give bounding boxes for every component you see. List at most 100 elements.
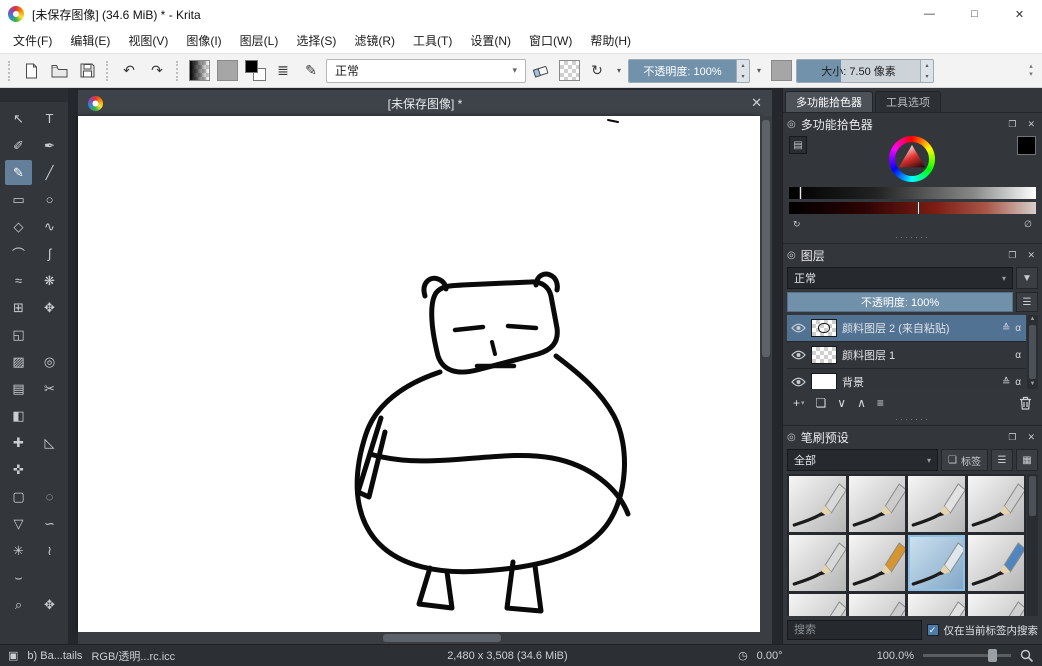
opacity-slider[interactable]: 不透明度: 100% ▴ ▾	[628, 59, 750, 83]
opacity-dropdown-button[interactable]: ▾	[752, 59, 766, 83]
layer-visibility-icon[interactable]	[791, 377, 806, 387]
search-in-tag-checkbox[interactable]: ✓	[927, 624, 939, 636]
brush-preset-tile[interactable]	[968, 594, 1025, 616]
move-layer-up-button[interactable]: ∧	[857, 396, 866, 410]
brush-preset-tile[interactable]	[968, 476, 1025, 532]
menu-item[interactable]: 图像(I)	[177, 28, 230, 53]
new-document-button[interactable]	[18, 58, 44, 84]
brush-preset-tile[interactable]	[789, 535, 846, 591]
blending-options-button[interactable]: ≣	[270, 58, 296, 84]
zoom-tool[interactable]: ⌕	[5, 592, 32, 617]
undo-button[interactable]: ↶	[116, 58, 142, 84]
layer-row[interactable]: 颜料图层 2 (来自粘贴) ≙ α	[787, 315, 1026, 341]
move-layer-down-button[interactable]: ∨	[837, 396, 846, 410]
pattern-chooser-button[interactable]	[214, 58, 240, 84]
transform-tool[interactable]: ⊞	[5, 295, 32, 320]
gamut-mask-off-icon[interactable]: ∅	[1021, 219, 1035, 230]
current-color-swatch[interactable]	[1017, 136, 1036, 155]
menu-item[interactable]: 设置(N)	[461, 28, 520, 53]
layer-list-scrollbar[interactable]: ▲ ▼	[1027, 315, 1038, 389]
bezier-curve-tool[interactable]: ⌒	[5, 241, 32, 266]
dock-tab[interactable]: 多功能拾色器	[785, 91, 873, 112]
blend-mode-combo[interactable]: 正常 ▾	[326, 59, 526, 83]
brush-preset-tile[interactable]	[849, 535, 906, 591]
reload-preset-button[interactable]: ↻	[584, 58, 610, 84]
freehand-brush-tool[interactable]: ✎	[5, 160, 32, 185]
status-color-profile[interactable]: RGB/透明...rc.icc	[91, 648, 175, 664]
maximize-button[interactable]: □	[952, 0, 997, 28]
color-history-button[interactable]: ▤	[789, 136, 807, 154]
line-tool[interactable]: ╱	[36, 160, 63, 185]
horizontal-scroll-thumb[interactable]	[383, 634, 501, 642]
brush-preset-tile[interactable]	[849, 476, 906, 532]
layer-row[interactable]: 背景 ≙ α	[787, 369, 1026, 389]
refresh-colors-icon[interactable]: ↻	[790, 219, 804, 230]
crop-tool[interactable]: ◱	[5, 322, 32, 347]
status-brush-name[interactable]: b) Ba...tails	[27, 650, 82, 662]
open-document-button[interactable]	[46, 58, 72, 84]
rectangle-tool[interactable]: ▭	[5, 187, 32, 212]
document-close-button[interactable]: ✕	[751, 95, 762, 111]
magnetic-select-tool[interactable]: ≀	[36, 538, 63, 563]
brush-size-slider[interactable]: 大小: 7.50 像素 ▴ ▾	[796, 59, 934, 83]
menu-item[interactable]: 工具(T)	[404, 28, 461, 53]
polygon-tool[interactable]: ◇	[5, 214, 32, 239]
pattern-edit-tool[interactable]: ▤	[5, 376, 32, 401]
eraser-mode-button[interactable]	[528, 58, 554, 84]
fill-tool[interactable]: ◧	[5, 403, 32, 428]
scroll-up-icon[interactable]: ▲	[1030, 315, 1036, 324]
save-button[interactable]	[74, 58, 100, 84]
color-wheel[interactable]	[889, 136, 935, 182]
dynamic-brush-tool[interactable]: ≈	[5, 268, 32, 293]
canvas[interactable]	[78, 116, 760, 632]
brush-preset-tile[interactable]	[908, 476, 965, 532]
float-docker-button[interactable]: ❐	[1005, 432, 1019, 443]
layer-alpha-badges[interactable]: α	[1015, 350, 1022, 361]
status-rotation-angle[interactable]: 0.00°	[757, 650, 783, 662]
rectangular-select-tool[interactable]: ▢	[5, 484, 32, 509]
smart-patch-tool[interactable]: ✚	[5, 430, 32, 455]
layer-alpha-badges[interactable]: ≙ α	[1002, 377, 1022, 388]
reload-dropdown-button[interactable]: ▾	[612, 59, 626, 83]
toolbar-handle[interactable]	[8, 61, 12, 81]
elliptical-select-tool[interactable]: ◌	[36, 484, 63, 509]
menu-item[interactable]: 滤镜(R)	[345, 28, 404, 53]
multibrush-tool[interactable]: ❋	[36, 268, 63, 293]
move-tool[interactable]: ✥	[36, 295, 63, 320]
brush-scroll-thumb[interactable]	[1029, 476, 1036, 516]
similar-select-tool[interactable]: ✳	[5, 538, 32, 563]
layer-visibility-icon[interactable]	[791, 323, 806, 333]
status-zoom-value[interactable]: 100.0%	[877, 650, 914, 662]
layer-options-button[interactable]: ☰	[1016, 292, 1038, 312]
zoom-magnifier-icon[interactable]	[1020, 649, 1034, 663]
brush-tag-filter-combo[interactable]: 全部 ▾	[787, 449, 938, 471]
layer-scroll-thumb[interactable]	[1029, 325, 1036, 379]
menu-item[interactable]: 视图(V)	[119, 28, 177, 53]
float-docker-button[interactable]: ❐	[1005, 250, 1019, 261]
layer-properties-button[interactable]: ≡	[877, 396, 884, 410]
brush-size-spinner[interactable]: ▴ ▾	[920, 60, 933, 82]
fg-bg-color-button[interactable]	[242, 58, 268, 84]
polygonal-select-tool[interactable]: ▽	[5, 511, 32, 536]
canvas-vertical-scrollbar[interactable]	[760, 116, 772, 632]
tag-button[interactable]: ❏ 标签	[941, 449, 988, 471]
brush-preset-tile[interactable]	[968, 535, 1025, 591]
layer-visibility-icon[interactable]	[791, 350, 806, 360]
layer-row[interactable]: 颜料图层 1 α	[787, 342, 1026, 368]
docker-resize-grip[interactable]: ·······	[783, 235, 1042, 243]
brush-preset-tile[interactable]	[908, 535, 965, 591]
edit-brush-settings-button[interactable]: ✎	[298, 58, 324, 84]
brush-preset-tile[interactable]	[849, 594, 906, 616]
measure-tool[interactable]: ◺	[36, 430, 63, 455]
delete-layer-button[interactable]	[1019, 396, 1032, 410]
layer-filter-funnel-button[interactable]: ▼	[1016, 267, 1038, 289]
freehand-select-tool[interactable]: ∽	[36, 511, 63, 536]
add-layer-button[interactable]: +▾	[793, 396, 805, 410]
menu-item[interactable]: 选择(S)	[287, 28, 345, 53]
float-docker-button[interactable]: ❐	[1005, 119, 1019, 130]
brush-details-view-button[interactable]: ▦	[1016, 449, 1038, 471]
redo-button[interactable]: ↷	[144, 58, 170, 84]
canvas-horizontal-scrollbar[interactable]	[78, 632, 772, 644]
color-triangle[interactable]	[898, 145, 926, 173]
brush-grid-scrollbar[interactable]	[1027, 474, 1038, 616]
